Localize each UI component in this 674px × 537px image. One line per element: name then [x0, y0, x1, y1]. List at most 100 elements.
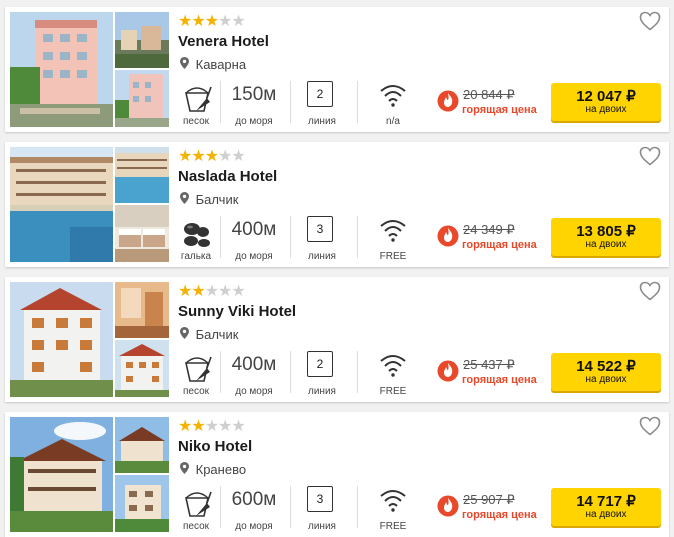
- hotel-photo-thumb[interactable]: [115, 70, 169, 127]
- star-empty-icon: ★: [218, 13, 232, 30]
- distance-label: до моря: [235, 521, 273, 532]
- distance-label: до моря: [235, 386, 273, 397]
- wifi-label: FREE: [379, 386, 407, 397]
- hotel-photo-main[interactable]: [10, 12, 113, 127]
- star-filled-icon: ★: [204, 13, 219, 30]
- price-subtitle: на двоих: [585, 104, 627, 115]
- wifi-label: FREE: [379, 521, 407, 532]
- line-label: линия: [308, 521, 336, 532]
- distance-to-sea: 400м до моря: [227, 351, 281, 397]
- hotel-photo-thumb[interactable]: [115, 340, 169, 397]
- divider: [357, 351, 358, 393]
- price-amount: 12 047 ₽: [576, 88, 636, 105]
- star-filled-icon: ★: [178, 148, 192, 165]
- hotel-name[interactable]: Sunny Viki Hotel: [178, 303, 296, 320]
- hotel-card[interactable]: ★★★★★ Niko Hotel Кранево песок 600м до м…: [5, 412, 669, 537]
- hotel-name[interactable]: Naslada Hotel: [178, 168, 277, 185]
- divider: [290, 81, 291, 123]
- bucket-icon: [185, 491, 212, 517]
- favorite-heart-icon[interactable]: [639, 416, 661, 436]
- star-rating: ★★★★★: [178, 11, 246, 31]
- price-subtitle: на двоих: [585, 374, 627, 385]
- distance-label: до моря: [235, 251, 273, 262]
- divider: [220, 351, 221, 393]
- fire-icon: [437, 222, 459, 248]
- beach-line: 3 линия: [300, 216, 344, 262]
- bucket-icon: [185, 86, 212, 112]
- fire-icon: [437, 87, 459, 113]
- hotel-photo-thumb[interactable]: [115, 282, 169, 338]
- wifi-label: n/a: [386, 116, 400, 127]
- star-rating: ★★★★★: [178, 146, 246, 166]
- line-number: 2: [307, 351, 333, 377]
- fire-icon: [437, 492, 459, 518]
- favorite-heart-icon[interactable]: [639, 146, 661, 166]
- star-empty-icon: ★: [231, 13, 245, 30]
- hotel-name[interactable]: Niko Hotel: [178, 438, 252, 455]
- divider: [220, 486, 221, 528]
- line-number: 3: [307, 216, 333, 242]
- star-empty-icon: ★: [231, 148, 245, 165]
- hotel-location: Балчик: [180, 327, 238, 342]
- hotel-photo-thumb[interactable]: [115, 475, 169, 532]
- hotel-photo-thumb[interactable]: [115, 12, 169, 68]
- price-button[interactable]: 12 047 ₽ на двоих: [551, 83, 661, 121]
- price-button[interactable]: 14 717 ₽ на двоих: [551, 488, 661, 526]
- divider: [290, 216, 291, 258]
- wifi-icon: [380, 490, 406, 512]
- hotel-name[interactable]: Venera Hotel: [178, 33, 269, 50]
- price-button[interactable]: 13 805 ₽ на двоих: [551, 218, 661, 256]
- hotel-card[interactable]: ★★★★★ Naslada Hotel Балчик галька 400м д…: [5, 142, 669, 267]
- price-subtitle: на двоих: [585, 509, 627, 520]
- wifi-icon: [380, 355, 406, 377]
- hot-price-label: горящая цена: [462, 509, 537, 521]
- price-amount: 14 522 ₽: [576, 358, 636, 375]
- distance-to-sea: 400м до моря: [227, 216, 281, 262]
- location-text: Балчик: [195, 192, 239, 207]
- wifi-info: FREE: [369, 486, 417, 532]
- favorite-heart-icon[interactable]: [639, 281, 661, 301]
- star-empty-icon: ★: [218, 283, 232, 300]
- wifi-label: FREE: [379, 251, 407, 262]
- old-price: 20 844 ₽: [463, 87, 515, 102]
- beach-line: 3 линия: [300, 486, 344, 532]
- line-number: 3: [307, 486, 333, 512]
- divider: [357, 81, 358, 123]
- star-rating: ★★★★★: [178, 416, 246, 436]
- price-button[interactable]: 14 522 ₽ на двоих: [551, 353, 661, 391]
- star-empty-icon: ★: [204, 418, 219, 435]
- star-empty-icon: ★: [218, 148, 232, 165]
- hotel-photo-main[interactable]: [10, 147, 113, 262]
- wifi-icon: [380, 85, 406, 107]
- star-filled-icon: ★: [204, 148, 219, 165]
- hotel-card[interactable]: ★★★★★ Venera Hotel Каварна песок 150м до…: [5, 7, 669, 132]
- hotel-location: Каварна: [180, 57, 246, 72]
- price-subtitle: на двоих: [585, 239, 627, 250]
- old-price: 25 907 ₽: [463, 492, 515, 507]
- hotel-location: Балчик: [180, 192, 238, 207]
- beach-type: песок: [175, 81, 217, 127]
- line-number: 2: [307, 81, 333, 107]
- star-filled-icon: ★: [191, 418, 205, 435]
- beach-line: 2 линия: [300, 351, 344, 397]
- distance-label: до моря: [235, 116, 273, 127]
- wifi-info: FREE: [369, 351, 417, 397]
- beach-type: песок: [175, 351, 217, 397]
- hotel-photo-main[interactable]: [10, 417, 113, 532]
- star-filled-icon: ★: [191, 148, 205, 165]
- hotel-photo-thumb[interactable]: [115, 147, 169, 203]
- hotel-photo-thumb[interactable]: [115, 417, 169, 473]
- distance-value: 400м: [231, 354, 277, 375]
- line-label: линия: [308, 116, 336, 127]
- line-label: линия: [308, 386, 336, 397]
- location-text: Балчик: [195, 327, 239, 342]
- star-filled-icon: ★: [191, 283, 205, 300]
- favorite-heart-icon[interactable]: [639, 11, 661, 31]
- old-price: 25 437 ₽: [463, 357, 515, 372]
- hotel-photo-main[interactable]: [10, 282, 113, 397]
- hotel-card[interactable]: ★★★★★ Sunny Viki Hotel Балчик песок 400м…: [5, 277, 669, 402]
- beach-type: песок: [175, 486, 217, 532]
- line-label: линия: [308, 251, 336, 262]
- hotel-photo-thumb[interactable]: [115, 205, 169, 262]
- divider: [220, 216, 221, 258]
